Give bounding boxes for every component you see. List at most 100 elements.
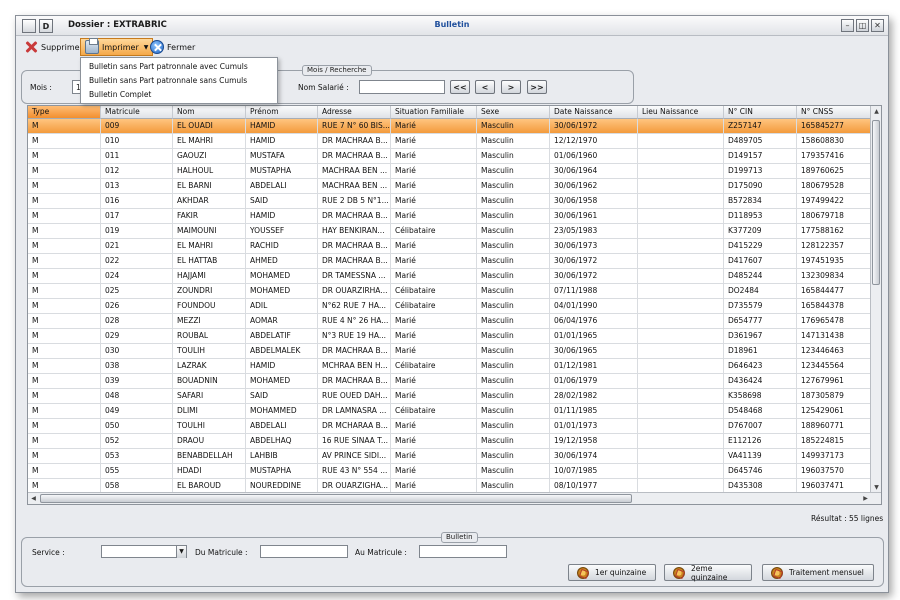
table-row[interactable]: M 021 EL MAHRI RACHID DR MACHRAA B... Marié Ma… [28, 239, 871, 254]
table-row[interactable]: M 052 DRAOU ABDELHAQ 16 RUE SINAA T... Marié M… [28, 434, 871, 449]
column-header[interactable]: Prénom [246, 106, 318, 119]
table-row[interactable]: M 055 HDADI MUSTAPHA RUE 43 N° 554 ... Marié M… [28, 464, 871, 479]
table-row[interactable]: M 026 FOUNDOU ADIL N°62 RUE 7 HA... Célibatai… [28, 299, 871, 314]
table-row[interactable]: M 016 AKHDAR SAID RUE 2 DB 5 N°1... Marié Masc… [28, 194, 871, 209]
table-row[interactable]: M 013 EL BARNI ABDELALI MACHRAA BEN ... Marié… [28, 179, 871, 194]
column-header[interactable]: Sexe [477, 106, 550, 119]
table-row[interactable]: M 039 BOUADNIN MOHAMED DR MACHRAA B... Marié M… [28, 374, 871, 389]
table-cell [638, 449, 724, 464]
table-row[interactable]: M 030 TOULIH ABDELMALEK DR MACHRAA B... Marié… [28, 344, 871, 359]
table-cell [638, 389, 724, 404]
second-fortnight-button[interactable]: 2eme quinzaine [664, 563, 752, 582]
vertical-scrollbar[interactable]: ▲ ▼ [870, 106, 881, 493]
monthly-processing-button[interactable]: Traitement mensuel [762, 564, 874, 581]
restore-button[interactable]: ◫ [856, 19, 869, 32]
table-cell: Masculin [477, 374, 550, 389]
table-row[interactable]: M 025 ZOUNDRI MOHAMED DR OUARZIRHA... Célibat… [28, 284, 871, 299]
table-cell: 04/01/1990 [550, 299, 638, 314]
table-row[interactable]: M 022 EL HATTAB AHMED DR MACHRAA B... Marié Ma… [28, 254, 871, 269]
table-cell: M [28, 389, 101, 404]
table-cell: HAMID [246, 359, 318, 374]
table-cell: D415229 [724, 239, 797, 254]
close-button[interactable]: Fermer [146, 38, 199, 56]
table-cell: EL BARNI [173, 179, 246, 194]
chevron-down-icon[interactable]: ▼ [176, 546, 186, 558]
table-cell: Marié [391, 149, 477, 164]
menu-item-bulletin-complete[interactable]: Bulletin Complet [81, 88, 277, 102]
table-cell: EL BAROUD [173, 479, 246, 493]
second-fortnight-label: 2eme quinzaine [691, 563, 728, 582]
table-cell: Marié [391, 119, 477, 134]
previous-record-button[interactable]: < [475, 80, 495, 94]
close-icon [150, 40, 164, 54]
table-cell [638, 434, 724, 449]
table-cell: M [28, 134, 101, 149]
menu-item-bulletin-with-cumuls[interactable]: Bulletin sans Part patronnale avec Cumul… [81, 60, 277, 74]
table-cell [638, 329, 724, 344]
column-header[interactable]: Adresse [318, 106, 391, 119]
table-row[interactable]: M 010 EL MAHRI HAMID DR MACHRAA B... Marié Mas… [28, 134, 871, 149]
horizontal-scroll-thumb[interactable] [40, 494, 632, 503]
table-row[interactable]: M 028 MEZZI AOMAR RUE 4 N° 26 HA... Marié Masc… [28, 314, 871, 329]
close-window-button[interactable]: ✕ [871, 19, 884, 32]
scroll-left-icon[interactable]: ◀ [28, 495, 39, 502]
horizontal-scrollbar[interactable]: ◀ ▶ [28, 492, 881, 504]
column-header[interactable]: N° CIN [724, 106, 797, 119]
scroll-down-icon[interactable]: ▼ [871, 484, 881, 491]
delete-button[interactable]: Supprimer [20, 38, 87, 56]
last-record-button[interactable]: >> [527, 80, 547, 94]
table-cell: Masculin [477, 314, 550, 329]
print-button[interactable]: Imprimer ▼ [80, 38, 154, 56]
table-cell: 176965478 [797, 314, 871, 329]
table-cell: 07/11/1988 [550, 284, 638, 299]
table-row[interactable]: M 049 DLIMI MOHAMMED DR LAMNASRA ... Célibata… [28, 404, 871, 419]
first-fortnight-button[interactable]: 1er quinzaine [568, 564, 656, 581]
table-cell: 024 [101, 269, 173, 284]
result-count: Résultat : 55 lignes [811, 514, 884, 523]
next-record-button[interactable]: > [501, 80, 521, 94]
column-header[interactable]: Nom [173, 106, 246, 119]
table-cell: RACHID [246, 239, 318, 254]
table-cell [638, 464, 724, 479]
au-matricule-label: Au Matricule : [355, 548, 407, 557]
table-row[interactable]: M 019 MAIMOUNI YOUSSEF HAY BENKIRAN... Céliba… [28, 224, 871, 239]
table-row[interactable]: M 029 ROUBAL ABDELATIF N°3 RUE 19 HA... Marié… [28, 329, 871, 344]
table-row[interactable]: M 058 EL BAROUD NOUREDDINE DR OUARZIGHA... Ma… [28, 479, 871, 493]
column-header[interactable]: Lieu Naissance [638, 106, 724, 119]
table-cell: 147131438 [797, 329, 871, 344]
column-header[interactable]: Date Naissance [550, 106, 638, 119]
au-matricule-input[interactable] [419, 545, 507, 558]
du-matricule-input[interactable] [260, 545, 348, 558]
minimize-button[interactable]: – [841, 19, 854, 32]
first-record-button[interactable]: << [450, 80, 470, 94]
table-cell [638, 479, 724, 493]
nom-salarie-input[interactable] [359, 80, 445, 94]
table-cell: Marié [391, 329, 477, 344]
table-cell: 019 [101, 224, 173, 239]
column-header[interactable]: Matricule [101, 106, 173, 119]
table-cell: 030 [101, 344, 173, 359]
column-header[interactable]: N° CNSS [797, 106, 871, 119]
table-row[interactable]: M 050 TOULHI ABDELALI DR MCHARAA B... Marié Ma… [28, 419, 871, 434]
scroll-up-icon[interactable]: ▲ [871, 108, 881, 115]
menu-item-bulletin-without-cumuls[interactable]: Bulletin sans Part patronnale sans Cumul… [81, 74, 277, 88]
table-row[interactable]: M 053 BENABDELLAH LAHBIB AV PRINCE SIDI... Ma… [28, 449, 871, 464]
table-cell: AOMAR [246, 314, 318, 329]
table-row[interactable]: M 012 HALHOUL MUSTAPHA MACHRAA BEN ... Marié M… [28, 164, 871, 179]
table-row[interactable]: M 038 LAZRAK HAMID MCHRAA BEN H... Célibatair… [28, 359, 871, 374]
table-cell: D485244 [724, 269, 797, 284]
table-row[interactable]: M 009 EL OUADI HAMID RUE 7 N° 60 BIS... Marié… [28, 119, 871, 134]
column-header[interactable]: Type [28, 106, 101, 119]
service-select[interactable]: ▼ [101, 545, 187, 558]
vertical-scroll-thumb[interactable] [872, 120, 880, 285]
table-row[interactable]: M 011 GAOUZI MUSTAFA DR MACHRAA B... Marié Mas… [28, 149, 871, 164]
table-cell: Masculin [477, 209, 550, 224]
table-row[interactable]: M 024 HAJJAMI MOHAMED DR TAMESSNA ... Marié Ma… [28, 269, 871, 284]
table-cell: 30/06/1958 [550, 194, 638, 209]
table-cell: 19/12/1958 [550, 434, 638, 449]
table-cell: D548468 [724, 404, 797, 419]
table-row[interactable]: M 017 FAKIR HAMID DR MACHRAA B... Marié Mascul… [28, 209, 871, 224]
column-header[interactable]: Situation Familiale [391, 106, 477, 119]
scroll-right-icon[interactable]: ▶ [860, 495, 871, 502]
table-row[interactable]: M 048 SAFARI SAID RUE OUED DAH... Marié Mascul… [28, 389, 871, 404]
